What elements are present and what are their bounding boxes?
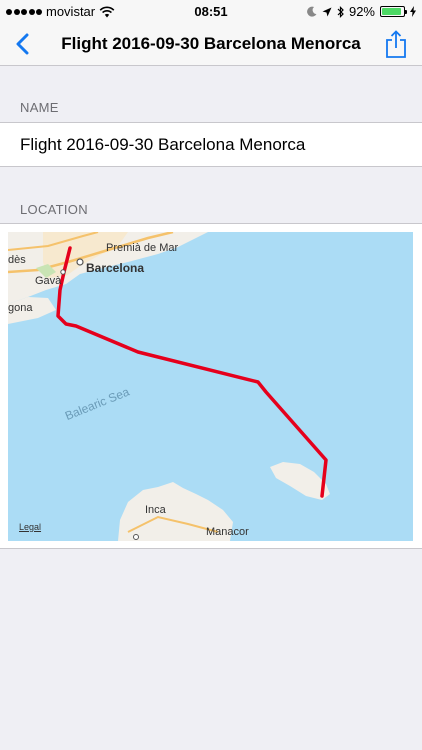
battery-icon xyxy=(380,6,407,17)
location-arrow-icon xyxy=(322,7,332,16)
map-canvas xyxy=(8,232,330,541)
map-label-manacor: Manacor xyxy=(206,526,249,538)
map-label-inca: Inca xyxy=(145,504,166,516)
name-section-header: NAME xyxy=(20,100,59,115)
map-legal-link[interactable]: Legal xyxy=(19,522,41,532)
chevron-left-icon xyxy=(16,33,28,55)
gava-dot xyxy=(60,269,66,275)
barcelona-dot xyxy=(76,258,84,266)
nav-title: Flight 2016-09-30 Barcelona Menorca xyxy=(61,34,361,53)
moon-icon xyxy=(307,6,317,17)
map-label-gona: gona xyxy=(8,302,33,314)
flight-route-line xyxy=(56,246,328,498)
flight-route-map[interactable]: Premià de Mar Barcelona Gavà dès gona Ba… xyxy=(8,232,413,541)
location-section-header: LOCATION xyxy=(20,202,88,217)
share-button[interactable] xyxy=(382,29,410,59)
status-right: 92% xyxy=(307,4,416,19)
name-cell[interactable]: Flight 2016-09-30 Barcelona Menorca xyxy=(0,122,422,167)
charging-bolt-icon xyxy=(410,6,416,17)
status-left: movistar xyxy=(6,4,115,19)
flight-name-text: Flight 2016-09-30 Barcelona Menorca xyxy=(20,135,306,154)
carrier-name: movistar xyxy=(46,4,96,19)
location-cell: Premià de Mar Barcelona Gavà dès gona Ba… xyxy=(0,223,422,549)
bluetooth-icon xyxy=(337,5,344,18)
signal-strength-icon xyxy=(6,8,42,15)
map-label-premia: Premià de Mar xyxy=(106,242,179,254)
status-bar: movistar 08:51 92% xyxy=(0,0,422,22)
wifi-icon xyxy=(99,6,115,17)
share-icon xyxy=(386,30,406,58)
map-label-des: dès xyxy=(8,254,26,266)
inca-dot xyxy=(133,534,139,540)
battery-level-fill xyxy=(382,8,402,15)
back-button[interactable] xyxy=(8,30,36,58)
map-label-barcelona: Barcelona xyxy=(86,261,145,275)
battery-percentage: 92% xyxy=(348,4,375,19)
map-label-gava: Gavà xyxy=(35,275,62,287)
navigation-bar: Flight 2016-09-30 Barcelona Menorca xyxy=(0,22,422,66)
